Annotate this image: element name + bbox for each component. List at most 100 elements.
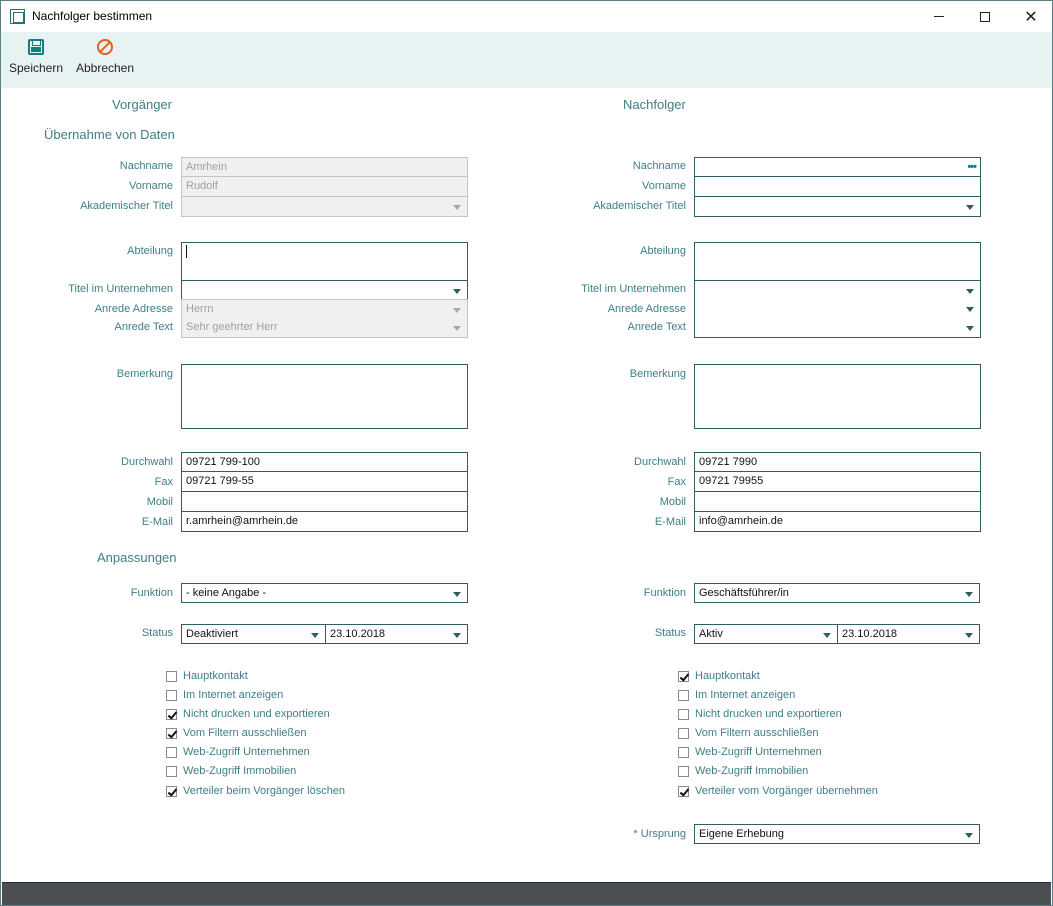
floppy-disk-icon (28, 39, 44, 55)
ursprung-select[interactable]: Eigene Erhebung (694, 824, 980, 844)
right-vorname-field[interactable] (694, 177, 981, 197)
left-email-field[interactable]: r.amrhein@amrhein.de (181, 512, 468, 532)
left-anrede-adresse-select[interactable]: Herrn (181, 299, 468, 319)
left-durchwahl-field[interactable]: 09721 799-100 (181, 452, 468, 472)
right-checkbox-label[interactable]: Web-Zugriff Immobilien (695, 765, 808, 777)
right-funktion-value: Geschäftsführer/in (699, 587, 789, 599)
left-status-date-select[interactable]: 23.10.2018 (325, 624, 468, 644)
cancel-button[interactable]: Abbrechen (71, 36, 139, 82)
left-status-select[interactable]: Deaktiviert (181, 624, 326, 644)
left-checkbox-label[interactable]: Web-Zugriff Unternehmen (183, 746, 310, 758)
chevron-down-icon (311, 633, 319, 638)
chevron-down-icon (966, 307, 974, 312)
right-status-value: Aktiv (699, 628, 723, 640)
right-status-date-select[interactable]: 23.10.2018 (837, 624, 980, 644)
right-anrede-text-label: Anrede Text (627, 321, 686, 333)
left-fax-label: Fax (154, 476, 173, 488)
right-nachname-field[interactable]: ••• (694, 157, 981, 177)
right-akad-titel-select[interactable] (694, 197, 981, 217)
left-anrede-adresse-value: Herrn (186, 303, 214, 315)
left-abteilung-label: Abteilung (127, 245, 173, 257)
left-checkbox[interactable] (166, 690, 177, 701)
left-checkbox-label[interactable]: Vom Filtern ausschließen (183, 727, 307, 739)
right-checkbox-label[interactable]: Vom Filtern ausschließen (695, 727, 819, 739)
chevron-down-icon (453, 205, 461, 210)
right-funktion-select[interactable]: Geschäftsführer/in (694, 583, 980, 603)
right-checkbox[interactable] (678, 786, 689, 797)
close-button[interactable]: ✕ (1008, 1, 1053, 32)
right-anrede-text-select[interactable] (694, 318, 981, 338)
left-akad-titel-select[interactable] (181, 197, 468, 217)
left-mobil-field[interactable] (181, 492, 468, 512)
right-status-date-value: 23.10.2018 (842, 628, 898, 640)
left-nachname-field[interactable]: Amrhein (181, 157, 468, 177)
right-checkbox[interactable] (678, 709, 689, 720)
right-anrede-adresse-label: Anrede Adresse (607, 303, 686, 315)
left-anrede-text-select[interactable]: Sehr geehrter Herr (181, 318, 468, 338)
left-checkbox[interactable] (166, 747, 177, 758)
left-funktion-value: - keine Angabe - (186, 587, 267, 599)
app-icon (10, 9, 25, 24)
right-checkbox-label[interactable]: Nicht drucken und exportieren (695, 708, 842, 720)
left-titel-unternehmen-label: Titel im Unternehmen (68, 283, 173, 295)
ellipsis-icon[interactable]: ••• (967, 161, 977, 173)
right-checkbox[interactable] (678, 766, 689, 777)
right-mobil-field[interactable] (694, 492, 981, 512)
right-durchwahl-field[interactable]: 09721 7990 (694, 452, 981, 472)
left-bemerkung-field[interactable] (181, 364, 468, 429)
left-checkbox-label[interactable]: Hauptkontakt (183, 670, 248, 682)
chevron-down-icon (966, 205, 974, 210)
left-titel-unternehmen-select[interactable] (181, 280, 468, 300)
right-nachname-label: Nachname (632, 160, 686, 172)
right-checkbox[interactable] (678, 690, 689, 701)
predecessor-header: Vorgänger (112, 97, 172, 112)
chevron-down-icon (965, 833, 973, 838)
left-checkbox-label[interactable]: Im Internet anzeigen (183, 689, 283, 701)
right-mobil-label: Mobil (659, 496, 686, 508)
left-funktion-label: Funktion (130, 587, 173, 599)
left-bemerkung-label: Bemerkung (116, 368, 173, 380)
left-anrede-text-value: Sehr geehrter Herr (186, 321, 278, 333)
left-checkbox[interactable] (166, 786, 177, 797)
left-checkbox[interactable] (166, 728, 177, 739)
right-fax-field[interactable]: 09721 79955 (694, 472, 981, 492)
right-checkbox-label[interactable]: Im Internet anzeigen (695, 689, 795, 701)
left-checkbox[interactable] (166, 766, 177, 777)
right-checkbox[interactable] (678, 671, 689, 682)
left-funktion-select[interactable]: - keine Angabe - (181, 583, 468, 603)
left-checkbox-label[interactable]: Web-Zugriff Immobilien (183, 765, 296, 777)
right-checkbox-label[interactable]: Web-Zugriff Unternehmen (695, 746, 822, 758)
dialog-window: Nachfolger bestimmen ✕ Speichern Abbrech… (0, 0, 1053, 906)
left-akad-titel-label: Akademischer Titel (80, 200, 173, 212)
left-vorname-field[interactable]: Rudolf (181, 177, 468, 197)
right-bemerkung-field[interactable] (694, 364, 981, 429)
save-button[interactable]: Speichern (5, 36, 67, 82)
left-anrede-text-label: Anrede Text (114, 321, 173, 333)
right-checkbox[interactable] (678, 747, 689, 758)
left-checkbox[interactable] (166, 709, 177, 720)
right-checkbox[interactable] (678, 728, 689, 739)
right-checkbox-label[interactable]: Verteiler vom Vorgänger übernehmen (695, 785, 878, 797)
right-status-select[interactable]: Aktiv (694, 624, 838, 644)
close-icon: ✕ (1024, 8, 1038, 26)
cancel-button-label: Abbrechen (75, 61, 135, 75)
left-checkbox[interactable] (166, 671, 177, 682)
right-anrede-adresse-select[interactable] (694, 299, 981, 319)
left-fax-field[interactable]: 09721 799-55 (181, 472, 468, 492)
right-durchwahl-label: Durchwahl (634, 456, 686, 468)
maximize-button[interactable] (962, 1, 1008, 32)
maximize-icon (980, 11, 990, 22)
minimize-button[interactable] (916, 1, 962, 32)
right-titel-unternehmen-select[interactable] (694, 280, 981, 300)
right-checkbox-label[interactable]: Hauptkontakt (695, 670, 760, 682)
right-abteilung-field[interactable] (694, 242, 981, 281)
right-email-field[interactable]: info@amrhein.de (694, 512, 981, 532)
title-bar: Nachfolger bestimmen ✕ (1, 1, 1052, 32)
chevron-down-icon (453, 308, 461, 313)
left-abteilung-field[interactable] (181, 242, 468, 281)
left-checkbox-label[interactable]: Verteiler beim Vorgänger löschen (183, 785, 345, 797)
left-status-label: Status (141, 627, 173, 639)
right-titel-unternehmen-label: Titel im Unternehmen (581, 283, 686, 295)
left-status-date-value: 23.10.2018 (330, 628, 386, 640)
left-checkbox-label[interactable]: Nicht drucken und exportieren (183, 708, 330, 720)
